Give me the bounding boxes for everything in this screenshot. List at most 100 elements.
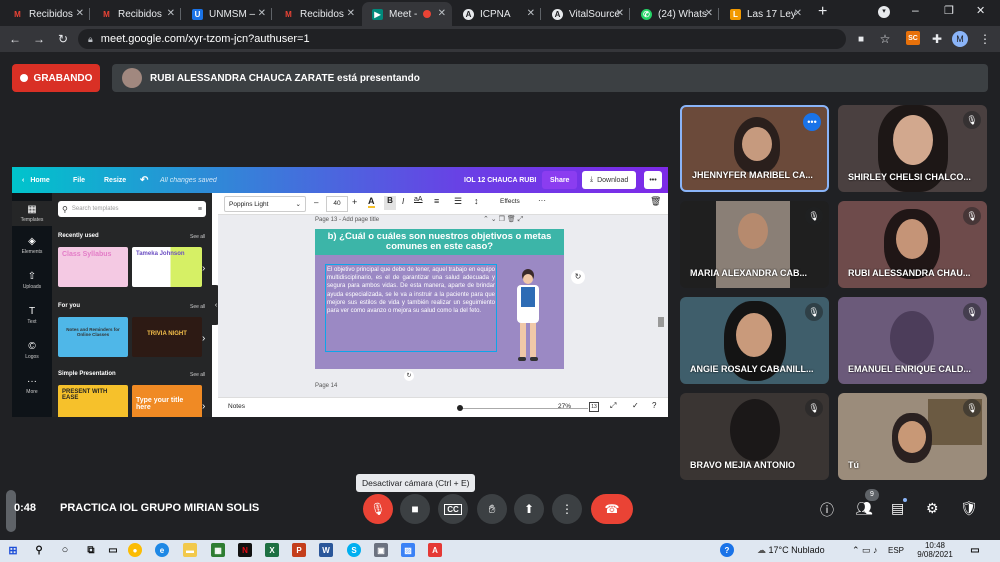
- tool-uploads[interactable]: ⇧ Uploads: [12, 271, 52, 290]
- raise-hand-button[interactable]: ✋︎: [477, 494, 507, 524]
- close-tab-icon[interactable]: ✕: [347, 8, 355, 19]
- trash-icon[interactable]: 🗑︎: [650, 196, 661, 207]
- close-window-button[interactable]: ✕: [976, 4, 985, 17]
- camera-toggle-button[interactable]: ■: [400, 494, 430, 524]
- font-family-select[interactable]: Poppins Light ⌄: [224, 196, 306, 212]
- more-text-options-icon[interactable]: ···: [538, 196, 546, 205]
- tool-logos[interactable]: © Logos: [12, 341, 52, 360]
- notes-button[interactable]: Notes: [228, 403, 245, 410]
- internet-explorer-icon[interactable]: e: [155, 543, 169, 557]
- tool-text[interactable]: T Text: [12, 306, 52, 325]
- vertical-scrollbar[interactable]: [658, 317, 664, 327]
- tab-vitalsource[interactable]: A VitalSource ✕: [542, 2, 630, 26]
- chevron-right-icon[interactable]: ›: [202, 333, 205, 344]
- photos-icon[interactable]: ▨: [401, 543, 415, 557]
- canva-home-button[interactable]: ‹ Home: [22, 167, 50, 193]
- minecraft-icon[interactable]: ▦: [211, 543, 225, 557]
- address-bar[interactable]: 🔒︎ meet.google.com/xyr-tzom-jcn?authuser…: [78, 29, 846, 49]
- help-tray-icon[interactable]: ?: [720, 543, 734, 557]
- participant-tile[interactable]: 🎙︎ MARIA ALEXANDRA CAB...: [680, 201, 829, 288]
- font-size-input[interactable]: 40: [326, 196, 348, 212]
- close-tab-icon[interactable]: ✕: [705, 8, 713, 19]
- tab-icpna[interactable]: A ICPNA ✕: [453, 2, 541, 26]
- align-justify-icon[interactable]: ≡: [434, 196, 439, 206]
- template-thumbnail[interactable]: Tameka Johnson: [132, 247, 202, 287]
- cortana-icon[interactable]: ○: [58, 543, 72, 557]
- canva-resize-button[interactable]: Resize: [104, 167, 126, 193]
- fullscreen-icon[interactable]: ⤢: [610, 401, 616, 411]
- list-icon[interactable]: ☰: [454, 196, 462, 207]
- notifications-icon[interactable]: ▭: [968, 543, 982, 557]
- close-tab-icon[interactable]: ✕: [258, 8, 266, 19]
- tray-icons[interactable]: ⌃ ▭ ♪: [852, 545, 878, 556]
- people-icon[interactable]: 👥︎: [855, 500, 873, 517]
- filter-icon[interactable]: ≡: [198, 206, 202, 213]
- browser-menu-icon[interactable]: ⋮: [976, 30, 994, 48]
- more-options-icon[interactable]: •••: [803, 113, 821, 131]
- powerpoint-icon[interactable]: P: [292, 543, 306, 557]
- close-tab-icon[interactable]: ✕: [616, 8, 624, 19]
- tab-unmsm[interactable]: U UNMSM – ✕: [182, 2, 272, 26]
- text-color-icon[interactable]: A: [368, 196, 375, 208]
- restore-button[interactable]: ❐: [944, 4, 954, 17]
- share-button[interactable]: Share: [542, 171, 578, 189]
- language-indicator[interactable]: ESP: [888, 546, 904, 555]
- forward-icon[interactable]: →: [30, 30, 48, 48]
- see-all-recent-link[interactable]: See all: [190, 234, 205, 240]
- profile-avatar[interactable]: M: [952, 31, 968, 47]
- document-title[interactable]: IOL 12 CHAUCA RUBI: [464, 167, 536, 193]
- slide-page-13[interactable]: b) ¿Cuál o cuáles son nuestros objetivos…: [315, 229, 564, 369]
- captions-button[interactable]: CC: [438, 494, 468, 524]
- minimize-button[interactable]: –: [912, 3, 919, 17]
- more-options-button[interactable]: ⋮: [552, 494, 582, 524]
- decrease-font-size-button[interactable]: –: [314, 198, 318, 207]
- windows-start-icon[interactable]: ⊞: [6, 543, 20, 557]
- participant-tile[interactable]: 🎙︎ EMANUEL ENRIQUE CALD...: [838, 297, 987, 384]
- tool-more[interactable]: ··· More: [12, 376, 52, 395]
- participant-tile[interactable]: 🎙︎ ANGIE ROSALY CABANILL...: [680, 297, 829, 384]
- tab-meet[interactable]: ▶ Meet - ✕: [362, 2, 452, 26]
- chevron-right-icon[interactable]: ›: [202, 401, 205, 412]
- tab-las-17-leyes[interactable]: L Las 17 Ley ✕: [720, 2, 808, 26]
- reload-icon[interactable]: ↻: [54, 30, 72, 48]
- mic-toggle-button[interactable]: 🎙︎: [363, 494, 393, 524]
- extensions-puzzle-icon[interactable]: ✚: [928, 30, 946, 48]
- close-tab-icon[interactable]: ✕: [527, 8, 535, 19]
- chat-icon[interactable]: ▤: [891, 500, 904, 517]
- undo-icon[interactable]: ↶: [140, 167, 148, 193]
- widgets-icon[interactable]: ▭: [106, 543, 120, 557]
- activities-icon[interactable]: ⚙︎: [926, 500, 939, 517]
- spacing-icon[interactable]: ↕: [474, 196, 479, 206]
- template-thumbnail[interactable]: Class Syllabus: [58, 247, 128, 287]
- download-button[interactable]: ⤓ Download: [582, 171, 637, 189]
- meeting-info-icon[interactable]: ⓘ: [820, 500, 834, 520]
- page-14-label[interactable]: Page 14: [315, 383, 337, 389]
- close-tab-icon[interactable]: ✕: [76, 8, 84, 19]
- template-thumbnail[interactable]: PRESENT WITH EASE: [58, 385, 128, 417]
- participant-tile-self[interactable]: 🎙︎ Tú: [838, 393, 987, 480]
- participant-tile[interactable]: 🎙︎ RUBI ALESSANDRA CHAU...: [838, 201, 987, 288]
- back-icon[interactable]: ←: [6, 30, 24, 48]
- canva-file-menu[interactable]: File: [73, 167, 85, 193]
- host-controls-icon[interactable]: 🛡︎: [960, 500, 978, 517]
- acrobat-icon[interactable]: A: [428, 543, 442, 557]
- skype-icon[interactable]: S: [347, 543, 361, 557]
- see-all-simple-link[interactable]: See all: [190, 372, 205, 378]
- close-tab-icon[interactable]: ✕: [438, 8, 446, 19]
- bookmark-star-icon[interactable]: ☆: [876, 30, 894, 48]
- tab-recibidos-3[interactable]: M Recibidos ✕: [273, 2, 361, 26]
- chevron-right-icon[interactable]: ›: [202, 263, 205, 274]
- tab-recibidos-1[interactable]: M Recibidos ✕: [2, 2, 90, 26]
- leave-call-button[interactable]: ☎: [591, 494, 633, 524]
- excel-icon[interactable]: X: [265, 543, 279, 557]
- new-tab-button[interactable]: +: [818, 3, 827, 21]
- template-thumbnail[interactable]: TRIVIA NIGHT: [132, 317, 202, 357]
- italic-button[interactable]: I: [402, 197, 404, 206]
- weather-widget[interactable]: ☁ 17°C Nublado: [757, 545, 825, 556]
- rotate-handle-icon[interactable]: ↻: [404, 371, 414, 381]
- camera-in-use-icon[interactable]: ■: [852, 30, 870, 48]
- zoom-slider-handle[interactable]: [457, 405, 463, 411]
- tool-elements[interactable]: ◈ Elements: [12, 236, 52, 255]
- participant-tile[interactable]: ••• JHENNYFER MARIBEL CA...: [680, 105, 829, 192]
- file-explorer-icon[interactable]: ▬: [183, 543, 197, 557]
